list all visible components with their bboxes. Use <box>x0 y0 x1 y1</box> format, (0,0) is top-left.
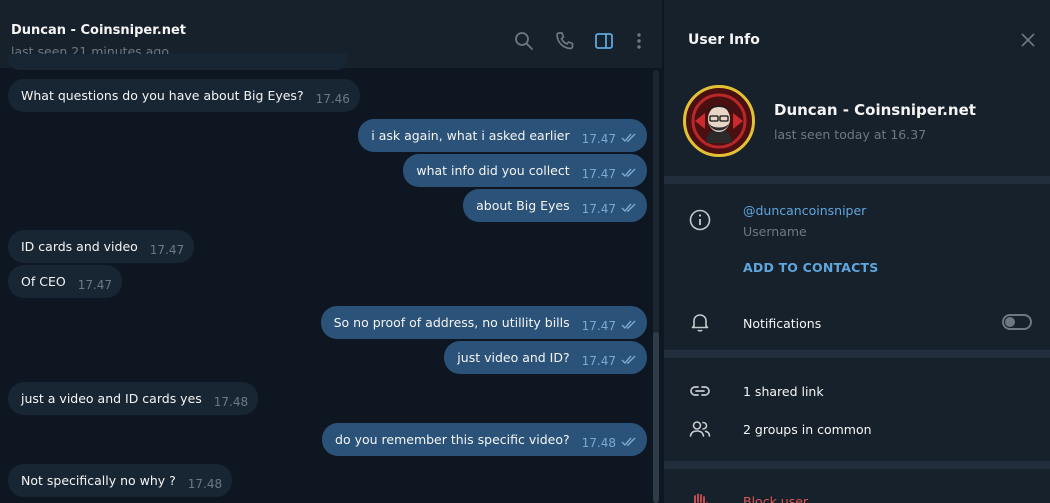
more-vertical-icon[interactable] <box>628 30 650 52</box>
message-time: 17.47 <box>581 132 616 146</box>
read-checkmarks-icon <box>621 436 639 448</box>
section-divider <box>664 350 1050 358</box>
section-divider <box>664 461 1050 469</box>
user-name: Duncan - Coinsniper.net <box>774 101 976 119</box>
shared-links-item[interactable]: 1 shared link <box>743 384 824 399</box>
username-value[interactable]: @duncancoinsniper <box>743 203 866 218</box>
panel-title: User Info <box>688 32 760 48</box>
link-icon <box>688 379 712 403</box>
bell-icon <box>688 310 712 334</box>
notifications-label: Notifications <box>743 316 822 331</box>
message-text: Not specifically no why ? <box>21 473 176 488</box>
groups-in-common-item[interactable]: 2 groups in common <box>743 422 872 437</box>
groups-icon <box>688 417 712 441</box>
message-outgoing[interactable]: about Big Eyes 17.47 <box>463 189 647 222</box>
notifications-toggle[interactable] <box>1002 314 1032 330</box>
block-user-item[interactable]: Block user <box>743 494 808 503</box>
read-checkmarks-icon <box>621 354 639 366</box>
message-time: 17.47 <box>581 354 616 368</box>
message-text: ID cards and video <box>21 239 138 254</box>
message-time: 17.47 <box>581 202 616 216</box>
message-time: 17.48 <box>213 395 249 409</box>
message-text: just a video and ID cards yes <box>21 391 202 406</box>
message-outgoing[interactable]: just video and ID? 17.47 <box>444 341 647 374</box>
message-time: 17.48 <box>187 477 223 491</box>
message-outgoing[interactable]: So no proof of address, no utillity bill… <box>320 306 647 339</box>
message-incoming[interactable]: What questions do you have about Big Eye… <box>8 79 360 112</box>
message-incoming[interactable]: Not specifically no why ? 17.48 <box>8 464 233 497</box>
message-text: Of CEO <box>21 274 66 289</box>
message-text: about Big Eyes <box>476 198 570 213</box>
chat-scrollbar[interactable] <box>653 70 659 503</box>
read-checkmarks-icon <box>621 132 639 144</box>
scrollbar-thumb[interactable] <box>653 332 659 503</box>
phone-icon[interactable] <box>554 30 576 52</box>
message-time: 17.46 <box>315 92 350 106</box>
message-text: do you remember this specific video? <box>335 432 570 447</box>
message-outgoing[interactable]: what info did you collect 17.47 <box>403 154 647 187</box>
info-icon <box>688 208 712 232</box>
message-outgoing[interactable]: i ask again, what i asked earlier 17.47 <box>358 119 647 152</box>
read-checkmarks-icon <box>621 202 639 214</box>
message-text: just video and ID? <box>457 350 570 365</box>
previous-message-fragment <box>8 54 348 70</box>
chat-title[interactable]: Duncan - Coinsniper.net <box>11 23 186 38</box>
read-checkmarks-icon <box>621 167 639 179</box>
message-time: 17.47 <box>149 243 185 257</box>
read-checkmarks-icon <box>621 319 639 331</box>
chat-pane: Duncan - Coinsniper.net last seen 21 min… <box>0 0 662 503</box>
message-outgoing[interactable]: do you remember this specific video? 17.4… <box>322 423 647 456</box>
close-icon[interactable] <box>1019 31 1037 49</box>
message-text: What questions do you have about Big Eye… <box>21 88 304 103</box>
search-icon[interactable] <box>513 30 535 52</box>
message-time: 17.47 <box>77 278 113 292</box>
add-to-contacts-button[interactable]: ADD TO CONTACTS <box>743 260 878 275</box>
message-time: 17.47 <box>581 167 616 181</box>
username-caption: Username <box>743 224 807 239</box>
user-status: last seen today at 16.37 <box>774 127 927 142</box>
message-time: 17.48 <box>581 436 616 450</box>
message-text: what info did you collect <box>416 163 570 178</box>
message-text: So no proof of address, no utillity bill… <box>333 315 570 330</box>
message-time: 17.47 <box>581 319 616 333</box>
message-incoming[interactable]: just a video and ID cards yes 17.48 <box>8 382 259 415</box>
message-text: i ask again, what i asked earlier <box>371 128 570 143</box>
sidebar-toggle-icon[interactable] <box>593 30 615 52</box>
avatar-ring <box>683 85 755 157</box>
block-user-icon <box>688 491 712 503</box>
toggle-knob <box>1005 317 1015 327</box>
message-incoming[interactable]: Of CEO 17.47 <box>8 265 123 298</box>
message-list[interactable]: What questions do you have about Big Eye… <box>0 54 662 503</box>
message-incoming[interactable]: ID cards and video 17.47 <box>8 230 195 263</box>
section-divider <box>664 176 1050 184</box>
user-info-panel: User Info Duncan - Coinsniper.net last s… <box>663 0 1050 503</box>
